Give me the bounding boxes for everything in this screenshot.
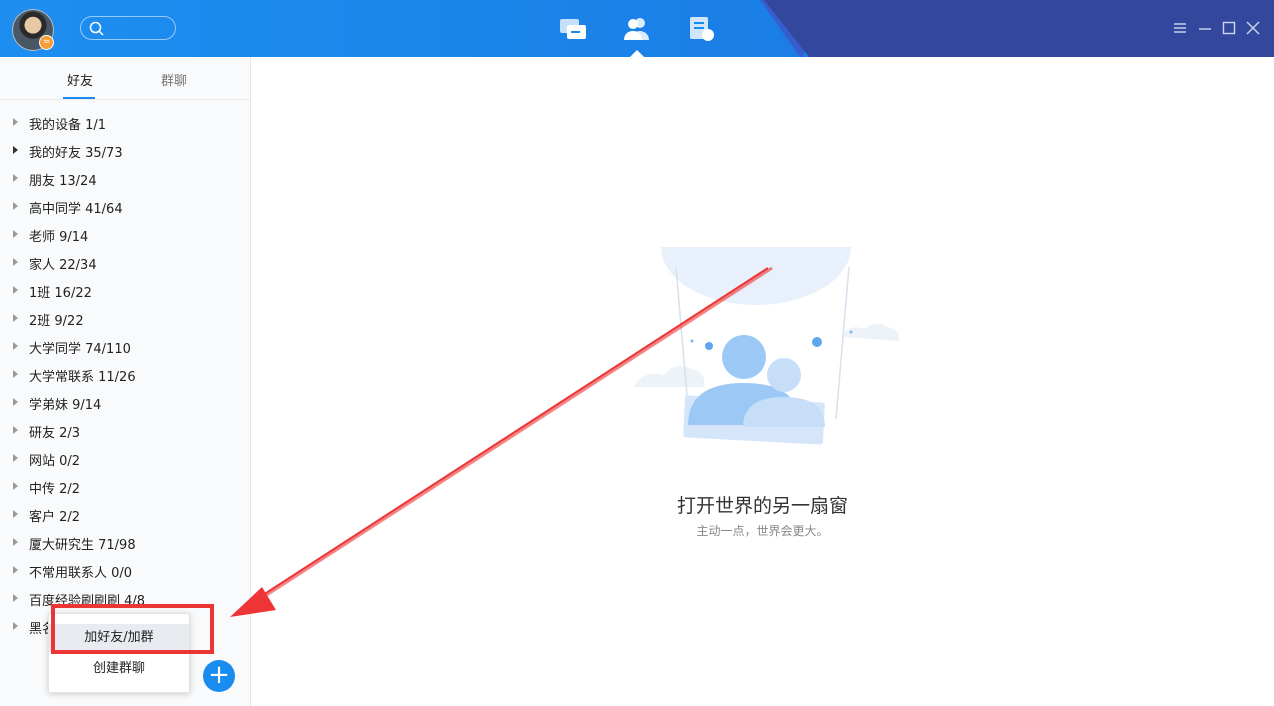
friend-group[interactable]: 大学同学 74/110 [0, 332, 250, 360]
friend-group[interactable]: 2班 9/22 [0, 304, 250, 332]
main-panel: 打开世界的另一扇窗 主动一点，世界会更大。 [251, 57, 1274, 706]
tab-underline [63, 97, 95, 99]
friend-group[interactable]: 厦大研究生 71/98 [0, 528, 250, 556]
friend-group[interactable]: 中传 2/2 [0, 472, 250, 500]
friend-group-label: 大学常联系 11/26 [29, 370, 136, 385]
friend-group-label: 朋友 13/24 [29, 174, 97, 189]
expand-arrow-icon [13, 314, 18, 322]
add-button[interactable]: + [203, 660, 235, 692]
expand-arrow-icon [13, 258, 18, 266]
friend-group[interactable]: 1班 16/22 [0, 276, 250, 304]
expand-arrow-icon [13, 230, 18, 238]
friend-group-label: 2班 9/22 [29, 314, 84, 329]
empty-state-headline: 打开世界的另一扇窗 [676, 495, 848, 517]
title-bar: = [0, 0, 1274, 57]
friend-group-label: 家人 22/34 [29, 258, 97, 273]
expand-arrow-icon [13, 622, 18, 630]
friend-group-label: 我的好友 35/73 [29, 146, 123, 161]
friend-group-label: 客户 2/2 [29, 510, 81, 525]
expand-arrow-icon [13, 454, 18, 462]
friend-group[interactable]: 我的设备 1/1 [0, 108, 250, 136]
expand-arrow-icon [13, 482, 18, 490]
friend-group-label: 中传 2/2 [29, 482, 81, 497]
expand-arrow-icon [13, 538, 18, 546]
friend-group[interactable]: 高中同学 41/64 [0, 192, 250, 220]
empty-state-subline: 主动一点，世界会更大。 [696, 524, 829, 538]
expand-arrow-icon [13, 342, 18, 350]
friend-group[interactable]: 我的好友 35/73 [0, 136, 250, 164]
menu-icon[interactable] [1172, 20, 1188, 36]
friend-group[interactable]: 客户 2/2 [0, 500, 250, 528]
sidebar-tabs: 好友 群聊 [0, 57, 250, 100]
friend-group[interactable]: 家人 22/34 [0, 248, 250, 276]
contacts-icon[interactable] [623, 16, 651, 42]
expand-arrow-icon [13, 370, 18, 378]
friend-group-label: 老师 9/14 [29, 230, 89, 245]
balloon-illustration [634, 177, 900, 445]
close-icon[interactable] [1245, 20, 1261, 36]
friend-group[interactable]: 大学常联系 11/26 [0, 360, 250, 388]
expand-arrow-icon [13, 426, 18, 434]
messages-icon[interactable] [559, 16, 587, 42]
tab-friends[interactable]: 好友 [67, 70, 93, 89]
files-icon[interactable] [688, 16, 716, 42]
friend-group[interactable]: 不常用联系人 0/0 [0, 556, 250, 584]
expand-arrow-icon [13, 566, 18, 574]
expand-arrow-icon [13, 286, 18, 294]
friend-group[interactable]: 学弟妹 9/14 [0, 388, 250, 416]
search-icon [89, 21, 104, 36]
friend-group-label: 网站 0/2 [29, 454, 81, 469]
expand-arrow-icon [13, 594, 18, 602]
minimize-icon[interactable] [1197, 20, 1213, 36]
friend-group-label: 研友 2/3 [29, 426, 81, 441]
friend-group-label: 学弟妹 9/14 [29, 398, 102, 413]
friend-group-label: 不常用联系人 0/0 [29, 566, 133, 581]
friend-group-label: 我的设备 1/1 [29, 118, 107, 133]
friend-group[interactable]: 老师 9/14 [0, 220, 250, 248]
expand-arrow-icon [13, 118, 18, 126]
friend-group-label: 高中同学 41/64 [29, 202, 123, 217]
friend-group-label: 大学同学 74/110 [29, 342, 131, 357]
expand-arrow-icon [13, 510, 18, 518]
expand-arrow-icon [13, 398, 18, 406]
active-tab-indicator [630, 50, 644, 57]
search-input[interactable] [80, 16, 176, 40]
expand-arrow-icon [13, 146, 18, 154]
maximize-icon[interactable] [1221, 20, 1237, 36]
friend-group[interactable]: 朋友 13/24 [0, 164, 250, 192]
friend-group[interactable]: 研友 2/3 [0, 416, 250, 444]
friend-group-label: 厦大研究生 71/98 [29, 538, 136, 553]
expand-arrow-icon [13, 202, 18, 210]
tab-groups[interactable]: 群聊 [161, 70, 187, 89]
status-badge: = [39, 35, 54, 50]
expand-arrow-icon [13, 174, 18, 182]
friend-group[interactable]: 网站 0/2 [0, 444, 250, 472]
create-group-chat-menu-item[interactable]: 创建群聊 [49, 655, 189, 683]
friend-group-label: 1班 16/22 [29, 286, 92, 301]
annotation-highlight-box [51, 604, 214, 654]
